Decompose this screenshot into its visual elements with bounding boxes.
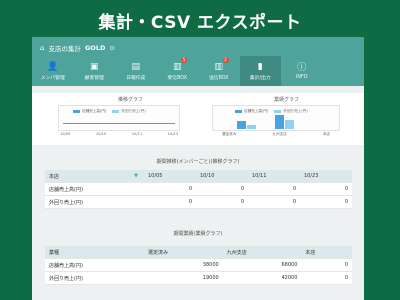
trend-tick: 10/23 — [167, 132, 178, 136]
table-cell: 0 — [196, 195, 248, 209]
main-nav: 👤 メンバ管理 ▣ 顧客管理 ▤ 日報作成 5 ▥ 受信BOX 2 ▥ 送信BO… — [32, 56, 364, 86]
inbox-badge: 5 — [181, 57, 187, 63]
column-header: 本店 — [301, 246, 352, 259]
perf-table: 業種 選定済み 九州支店 本店 店舗売上高(円) 38000 68000 0 外… — [45, 246, 352, 285]
chevron-circle-icon[interactable]: ⊙ — [109, 44, 114, 52]
compare-graph-title: 業績グラフ — [274, 97, 300, 103]
period-table-panel: 本店 ▼ 10/05 10/10 10/11 10/23 店舗売上高(円) 0 0… — [45, 170, 352, 209]
nav-outbox-label: 送信BOX — [208, 75, 229, 81]
outbox-icon: ▥ — [214, 61, 223, 72]
nav-outbox[interactable]: 2 ▥ 送信BOX — [198, 56, 240, 86]
app-window: ⌂ 支店の集計 GOLD ⊙ 👤 メンバ管理 ▣ 顧客管理 ▤ 日報作成 5 ▥… — [32, 37, 364, 300]
breadcrumb: ⌂ 支店の集計 GOLD ⊙ — [40, 43, 115, 53]
nav-customers[interactable]: ▣ 顧客管理 — [74, 56, 116, 86]
shop-name[interactable]: GOLD — [85, 44, 105, 52]
bar-selected-store — [237, 121, 246, 129]
branch-selector[interactable]: 本店 ▼ — [45, 170, 144, 183]
trend-tick: 10/05 — [60, 132, 71, 136]
row-label: 店舗売上高(円) — [45, 182, 144, 196]
compare-ticks: 選定済み 九州支店 本店 — [222, 132, 330, 137]
trend-graph-title: 推移グラフ — [118, 97, 144, 103]
nav-members-label: メンバ管理 — [40, 75, 65, 81]
trend-ticks: 10/05 10/10 10/11 10/23 — [60, 132, 178, 136]
table-row: 外回り売上(円) 19000 42000 0 — [45, 271, 352, 285]
info-icon: ⓘ — [297, 62, 307, 73]
table-cell: 0 — [301, 258, 352, 272]
branch-selector-value: 本店 — [49, 173, 60, 180]
trend-legend-store: 店舗売上高(円) — [73, 109, 106, 114]
bar-kyushu-outside — [285, 120, 294, 129]
table-cell: 0 — [301, 271, 352, 285]
column-header: 業種 — [45, 246, 144, 259]
person-add-icon: 👤 — [47, 61, 59, 72]
period-table-header: 本店 ▼ 10/05 10/10 10/11 10/23 — [45, 170, 352, 183]
table-cell: 0 — [300, 182, 352, 196]
date-header: 10/11 — [248, 170, 300, 183]
table-cell: 68000 — [222, 258, 302, 272]
graph-panel: 推移グラフ 店舗売上高(円) 外回り売上(円) 10/05 10/10 10/1… — [32, 93, 364, 145]
trend-line — [63, 123, 175, 124]
top-bar: ⌂ 支店の集計 GOLD ⊙ 👤 メンバ管理 ▣ 顧客管理 ▤ 日報作成 5 ▥… — [32, 37, 364, 86]
table-cell: 0 — [248, 182, 300, 196]
nav-inbox-label: 受信BOX — [167, 75, 188, 81]
trend-legend-outside: 外回り売上(円) — [112, 109, 146, 114]
trend-legend-store-label: 店舗売上高(円) — [82, 109, 107, 113]
column-header: 選定済み — [144, 246, 223, 259]
column-header: 九州支店 — [222, 246, 302, 259]
nav-aggregate-label: 集計/出力 — [249, 75, 271, 81]
perf-table-header: 業種 選定済み 九州支店 本店 — [45, 246, 352, 259]
page-headline: 集計・CSV エクスポート — [98, 13, 302, 33]
table-row: 店舗売上高(円) 0 0 0 0 — [45, 182, 352, 196]
row-label: 店舗売上高(円) — [45, 258, 144, 272]
perf-table-panel: 業種 選定済み 九州支店 本店 店舗売上高(円) 38000 68000 0 外… — [45, 246, 352, 285]
table-row: 外回り売上(円) 0 0 0 0 — [45, 195, 352, 209]
date-header: 10/05 — [144, 170, 196, 183]
bar-selected-outside — [247, 125, 256, 129]
trend-graph: 店舗売上高(円) 外回り売上(円) — [58, 105, 180, 131]
nav-info[interactable]: ⓘ INFO — [281, 56, 323, 86]
table-row: 店舗売上高(円) 38000 68000 0 — [45, 258, 352, 272]
document-icon: ▤ — [131, 61, 140, 72]
table-cell: 0 — [144, 195, 196, 209]
period-table: 本店 ▼ 10/05 10/10 10/11 10/23 店舗売上高(円) 0 0… — [45, 170, 352, 209]
date-header: 10/10 — [196, 170, 248, 183]
outbox-badge: 2 — [222, 57, 229, 63]
table-cell: 0 — [300, 195, 352, 209]
trend-tick: 10/10 — [95, 132, 107, 136]
nav-inbox[interactable]: 5 ▥ 受信BOX — [157, 56, 199, 86]
table-cell: 0 — [248, 195, 300, 209]
table-cell: 19000 — [144, 271, 223, 285]
date-header: 10/23 — [300, 170, 352, 183]
trend-tick: 10/11 — [131, 132, 143, 136]
table-cell: 0 — [196, 182, 248, 196]
folder-icon: ▣ — [89, 61, 99, 72]
nav-customers-label: 顧客管理 — [84, 75, 104, 81]
trend-legend: 店舗売上高(円) 外回り売上(円) — [73, 109, 146, 114]
breadcrumb-label: 支店の集計 — [48, 45, 81, 53]
inbox-icon: ▥ — [172, 61, 182, 72]
nav-daily-report[interactable]: ▤ 日報作成 — [115, 56, 157, 86]
compare-tick: 九州支店 — [272, 132, 287, 136]
compare-bars — [237, 115, 294, 129]
chevron-down-icon: ▼ — [134, 173, 138, 179]
bar-kyushu-store — [275, 115, 284, 129]
table-cell: 42000 — [222, 271, 302, 285]
home-icon[interactable]: ⌂ — [40, 44, 44, 52]
period-section-title: 期間推移(メンバーごと)(推移グラフ) — [156, 159, 240, 165]
compare-tick: 本店 — [322, 132, 330, 136]
trend-legend-outside-label: 外回り売上(円) — [121, 109, 146, 113]
row-label: 外回り売上(円) — [45, 271, 144, 285]
table-cell: 0 — [144, 182, 196, 196]
nav-aggregate[interactable]: ▮ 集計/出力 — [239, 56, 281, 86]
bar-chart-icon: ▮ — [257, 61, 263, 72]
nav-members[interactable]: 👤 メンバ管理 — [32, 56, 74, 86]
table-cell: 38000 — [144, 258, 223, 272]
compare-tick: 選定済み — [222, 132, 237, 136]
nav-daily-report-label: 日報作成 — [126, 75, 146, 81]
row-label: 外回り売上(円) — [45, 195, 144, 209]
compare-graph: 店舗売上高(円) 外回り売上(円) — [212, 105, 340, 131]
nav-info-label: INFO — [295, 74, 308, 80]
perf-section-title: 期間業績(業績グラフ) — [173, 231, 223, 237]
